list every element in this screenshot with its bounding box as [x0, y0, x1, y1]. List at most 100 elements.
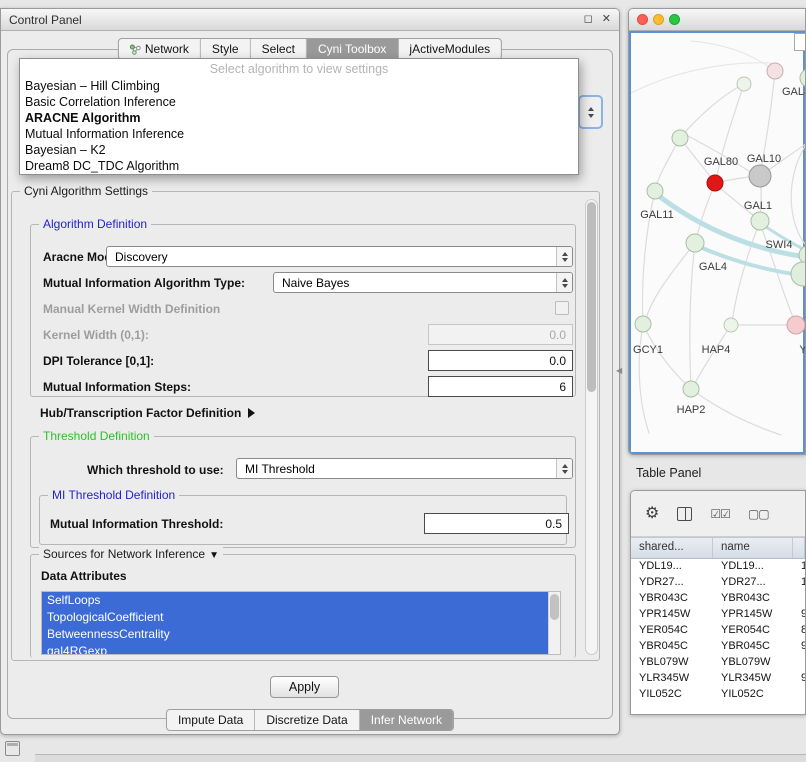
graph-node-gal11[interactable]	[647, 183, 663, 199]
apply-button[interactable]: Apply	[270, 676, 339, 698]
column-header-shared[interactable]: shared...	[631, 538, 713, 558]
table-row[interactable]: YDR27...YDR27...12	[631, 575, 805, 591]
graph-node-gal8[interactable]	[800, 69, 805, 87]
data-attributes-label: Data Attributes	[41, 569, 127, 583]
close-window-icon[interactable]: ✕	[602, 14, 611, 25]
aracne-mode-select[interactable]: Discovery	[106, 246, 573, 267]
dpi-tolerance-field[interactable]: 0.0	[428, 350, 573, 371]
table-cell: YBR045C	[713, 639, 793, 655]
algorithm-combo-stepper-fragment[interactable]	[578, 95, 603, 129]
graph-node-y[interactable]	[787, 316, 805, 334]
graph-node-gal10[interactable]	[749, 165, 771, 187]
graph-edge	[690, 243, 695, 387]
close-traffic-light[interactable]	[637, 14, 648, 25]
zoom-traffic-light[interactable]	[669, 14, 680, 25]
algorithm-option-aracne-algorithm[interactable]: ARACNE Algorithm	[20, 110, 578, 126]
tab-label: Cyni Toolbox	[318, 42, 386, 56]
table-row[interactable]: YBR045CYBR045C9.	[631, 639, 805, 655]
graph-node-gal4[interactable]	[686, 234, 704, 252]
graph-node-hap2[interactable]	[683, 381, 699, 397]
graph-node-gal1[interactable]	[751, 212, 769, 230]
attribute-list[interactable]: SelfLoopsTopologicalCoefficientBetweenne…	[41, 591, 561, 655]
attribute-item-gal4rgexp[interactable]: gal4RGexp	[42, 643, 548, 655]
desktop: Control Panel ◻ ✕ Network Style Select Cyni…	[0, 0, 806, 762]
panel-collapse-arrow-icon[interactable]: ◀	[616, 366, 622, 375]
tab-infer-network[interactable]: Infer Network	[360, 710, 453, 730]
float-window-icon[interactable]: ◻	[584, 14, 593, 25]
tab-discretize-data[interactable]: Discretize Data	[255, 710, 359, 730]
scrollbar-thumb[interactable]	[587, 202, 596, 392]
hub-definition-expander[interactable]: Hub/Transcription Factor Definition	[40, 404, 255, 422]
threshold-definition-title: Threshold Definition	[39, 429, 154, 443]
table-row[interactable]: YER054CYER054C8.	[631, 623, 805, 639]
columns-icon[interactable]	[677, 507, 692, 521]
control-panel-titlebar[interactable]: Control Panel ◻ ✕	[1, 9, 619, 31]
attribute-item-selfloops[interactable]: SelfLoops	[42, 592, 548, 609]
combo-stepper-icon	[556, 273, 572, 292]
table-cell	[793, 591, 805, 607]
tab-network[interactable]: Network	[119, 39, 201, 59]
graph-node[interactable]	[767, 63, 783, 79]
mi-threshold-field[interactable]: 0.5	[424, 513, 569, 534]
table-cell: YDL19...	[631, 559, 713, 575]
graph-node-hap4[interactable]	[724, 318, 738, 332]
table-row[interactable]: YPR145WYPR145W9.	[631, 607, 805, 623]
kernel-width-field[interactable]: 0.0	[428, 324, 573, 345]
table-row[interactable]: YIL052CYIL052C	[631, 687, 805, 703]
table-cell: YPR145W	[631, 607, 713, 623]
collapse-arrow-icon[interactable]: ▼	[209, 550, 219, 561]
tab-select[interactable]: Select	[251, 39, 307, 59]
column-header-col2[interactable]	[793, 538, 805, 558]
scrollbar-thumb[interactable]	[550, 594, 559, 620]
scrollbar-corner[interactable]	[794, 33, 806, 51]
tab-cyni-toolbox[interactable]: Cyni Toolbox	[307, 39, 398, 59]
table-row[interactable]: YBR043CYBR043C	[631, 591, 805, 607]
mi-type-select[interactable]: Naive Bayes	[273, 272, 573, 293]
select-all-icon[interactable]: ☑☑	[710, 506, 730, 522]
graph-node-gcy1[interactable]	[635, 316, 651, 332]
graph-node[interactable]	[707, 175, 723, 191]
select-none-icon[interactable]: ▢▢	[748, 506, 769, 522]
which-threshold-value: MI Threshold	[245, 462, 315, 476]
tab-style[interactable]: Style	[201, 39, 251, 59]
attribute-item-topologicalcoefficient[interactable]: TopologicalCoefficient	[42, 609, 548, 626]
graph-node-gal80[interactable]	[672, 130, 688, 146]
algorithm-option-basic-correlation-inference[interactable]: Basic Correlation Inference	[20, 94, 578, 110]
expand-arrow-icon[interactable]	[248, 408, 255, 418]
table-row[interactable]: YBL079WYBL079W	[631, 655, 805, 671]
network-window-titlebar[interactable]	[629, 9, 805, 31]
table-row[interactable]: YLR345WYLR345W9.	[631, 671, 805, 687]
algorithm-option-bayesian-hill-climbing[interactable]: Bayesian – Hill Climbing	[20, 78, 578, 94]
tab-label: Select	[262, 42, 295, 56]
graph-node[interactable]	[737, 77, 751, 91]
graph-node[interactable]	[791, 262, 805, 286]
table-cell: YBR043C	[713, 591, 793, 607]
algorithm-option-dream8-dc-tdc-algorithm[interactable]: Dream8 DC_TDC Algorithm	[20, 158, 578, 174]
settings-scrollbar[interactable]	[585, 199, 598, 655]
network-canvas[interactable]: GAL8GAL80GAL10GAL11GAL1SWI4GAL4GCY1HAP4Y…	[629, 31, 805, 454]
algorithm-option-mutual-information-inference[interactable]: Mutual Information Inference	[20, 126, 578, 142]
column-header-name[interactable]: name	[713, 538, 793, 558]
attribute-list-scrollbar[interactable]	[548, 592, 560, 654]
settings-gear-icon[interactable]: ⚙	[645, 506, 659, 522]
table-row[interactable]: YDL19...YDL19...13	[631, 559, 805, 575]
table-cell: 12	[793, 575, 805, 591]
manual-kernel-label: Manual Kernel Width Definition	[43, 302, 220, 316]
tab-impute-data[interactable]: Impute Data	[167, 710, 255, 730]
popup-placeholder: Select algorithm to view settings	[20, 59, 578, 78]
tab-jactivemodules[interactable]: jActiveModules	[398, 39, 501, 59]
table-cell: YBR043C	[631, 591, 713, 607]
algorithm-option-bayesian-k2[interactable]: Bayesian – K2	[20, 142, 578, 158]
sources-title[interactable]: Sources for Network Inference▼	[39, 547, 223, 561]
mi-steps-field[interactable]: 6	[428, 376, 573, 397]
table-cell: 9.	[793, 607, 805, 623]
tab-label: Style	[212, 42, 239, 56]
mi-threshold-label: Mutual Information Threshold:	[50, 517, 223, 531]
network-tab-icon	[130, 44, 141, 55]
attribute-item-betweennesscentrality[interactable]: BetweennessCentrality	[42, 626, 548, 643]
restore-panel-icon[interactable]	[5, 741, 20, 756]
manual-kernel-checkbox[interactable]	[555, 301, 569, 315]
minimize-traffic-light[interactable]	[653, 14, 664, 25]
which-threshold-select[interactable]: MI Threshold	[236, 458, 573, 479]
node-label: GAL4	[699, 261, 727, 273]
